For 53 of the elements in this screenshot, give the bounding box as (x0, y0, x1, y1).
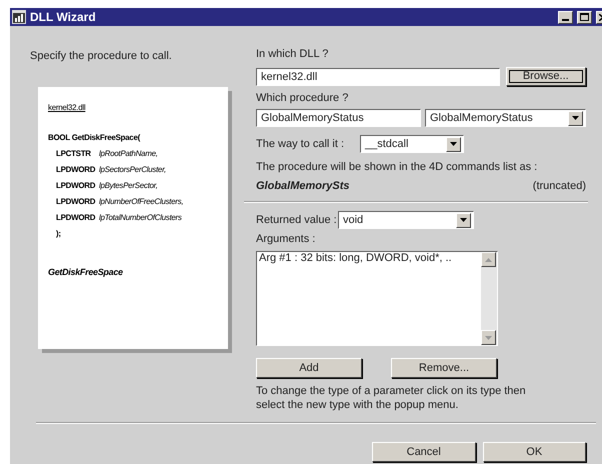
dll-field[interactable]: kernel32.dll (256, 68, 500, 86)
down-arrow-icon (485, 336, 492, 340)
param-name: lpTotalNumberOfClusters (99, 212, 182, 224)
shown-text: The procedure will be shown in the 4D commands list as : (256, 161, 538, 174)
arguments-label: Arguments : (256, 233, 316, 246)
dll-label: In which DLL ? (256, 48, 330, 61)
dialog-button[interactable]: Remove... (391, 358, 497, 378)
instruction-text: Specify the procedure to call. (30, 49, 173, 64)
scroll-down-button[interactable] (481, 330, 496, 345)
dropdown[interactable]: GlobalMemoryStatus (425, 109, 586, 127)
param-name: lpRootPathName, (99, 148, 158, 160)
dropdown[interactable]: void (338, 211, 474, 229)
window-title: DLL Wizard (30, 9, 97, 26)
dll-name: kernel32.dll (48, 102, 86, 114)
maximize-icon (580, 13, 589, 21)
dialog-button[interactable]: Add (256, 358, 362, 378)
command-name: GlobalMemorySts (256, 180, 350, 193)
dropdown-button[interactable] (456, 212, 471, 228)
dropdown-arrow-icon (450, 142, 457, 146)
returned-label: Returned value : (256, 214, 338, 226)
param-type: LPDWORD (56, 212, 94, 224)
truncated-note: (truncated) (532, 180, 586, 193)
help-text: To change the type of a parameter click on its type then select the new type with the popup menu. (256, 384, 527, 412)
argument-item[interactable]: Arg #1 : 32 bits: long, DWORD, void*, .. (259, 252, 481, 265)
procedure-field[interactable]: GlobalMemoryStatus (256, 109, 421, 127)
up-arrow-icon (485, 258, 492, 262)
param-type: LPCTSTR (56, 148, 92, 160)
browse-button[interactable]: Browse... (506, 67, 586, 86)
minimize-button[interactable] (558, 10, 573, 24)
maximize-button[interactable] (577, 10, 592, 24)
call-label: The way to call it : (256, 138, 346, 150)
function-signature: BOOL GetDiskFreeSpace( (48, 132, 142, 144)
param-type: LPDWORD (56, 180, 94, 192)
app-icon (12, 10, 26, 24)
param-type: LPDWORD (56, 164, 94, 176)
param-name: lpBytesPerSector, (99, 180, 158, 192)
dialog-button[interactable]: Cancel (372, 442, 476, 462)
closing-paren: ); (55, 228, 62, 240)
dropdown[interactable]: __stdcall (360, 135, 464, 153)
procedure-label: Which procedure ? (256, 92, 350, 105)
dialog-button[interactable]: OK (482, 442, 586, 462)
scroll-up-button[interactable] (481, 252, 496, 267)
dropdown-arrow-icon (460, 218, 467, 222)
param-name: lpNumberOfFreeClusters, (99, 196, 184, 208)
param-name: lpSectorsPerCluster, (99, 164, 166, 176)
dropdown-button[interactable] (446, 136, 461, 152)
arguments-list[interactable]: Arg #1 : 32 bits: long, DWORD, void*, .. (256, 251, 498, 346)
dropdown-arrow-icon (572, 116, 579, 120)
scrollbar[interactable] (481, 252, 497, 345)
command-name: GetDiskFreeSpace (48, 266, 124, 279)
minimize-icon (562, 18, 569, 20)
dropdown-button[interactable] (568, 110, 583, 126)
param-type: LPDWORD (56, 196, 94, 208)
